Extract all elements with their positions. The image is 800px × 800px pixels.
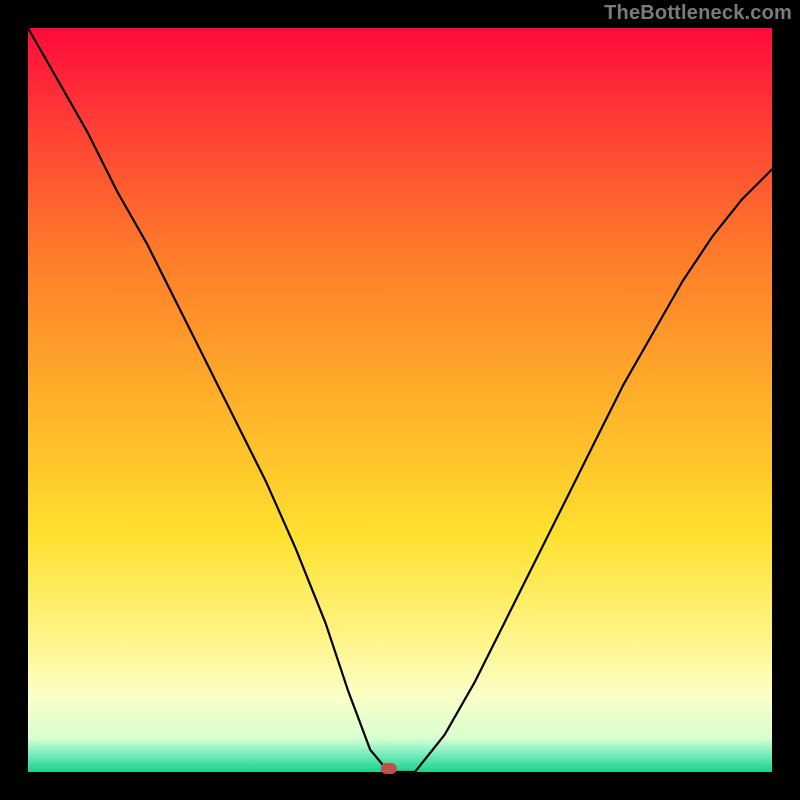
- optimal-marker: [381, 763, 397, 774]
- bottleneck-chart: [0, 0, 800, 800]
- chart-frame: TheBottleneck.com: [0, 0, 800, 800]
- plot-background: [28, 28, 772, 772]
